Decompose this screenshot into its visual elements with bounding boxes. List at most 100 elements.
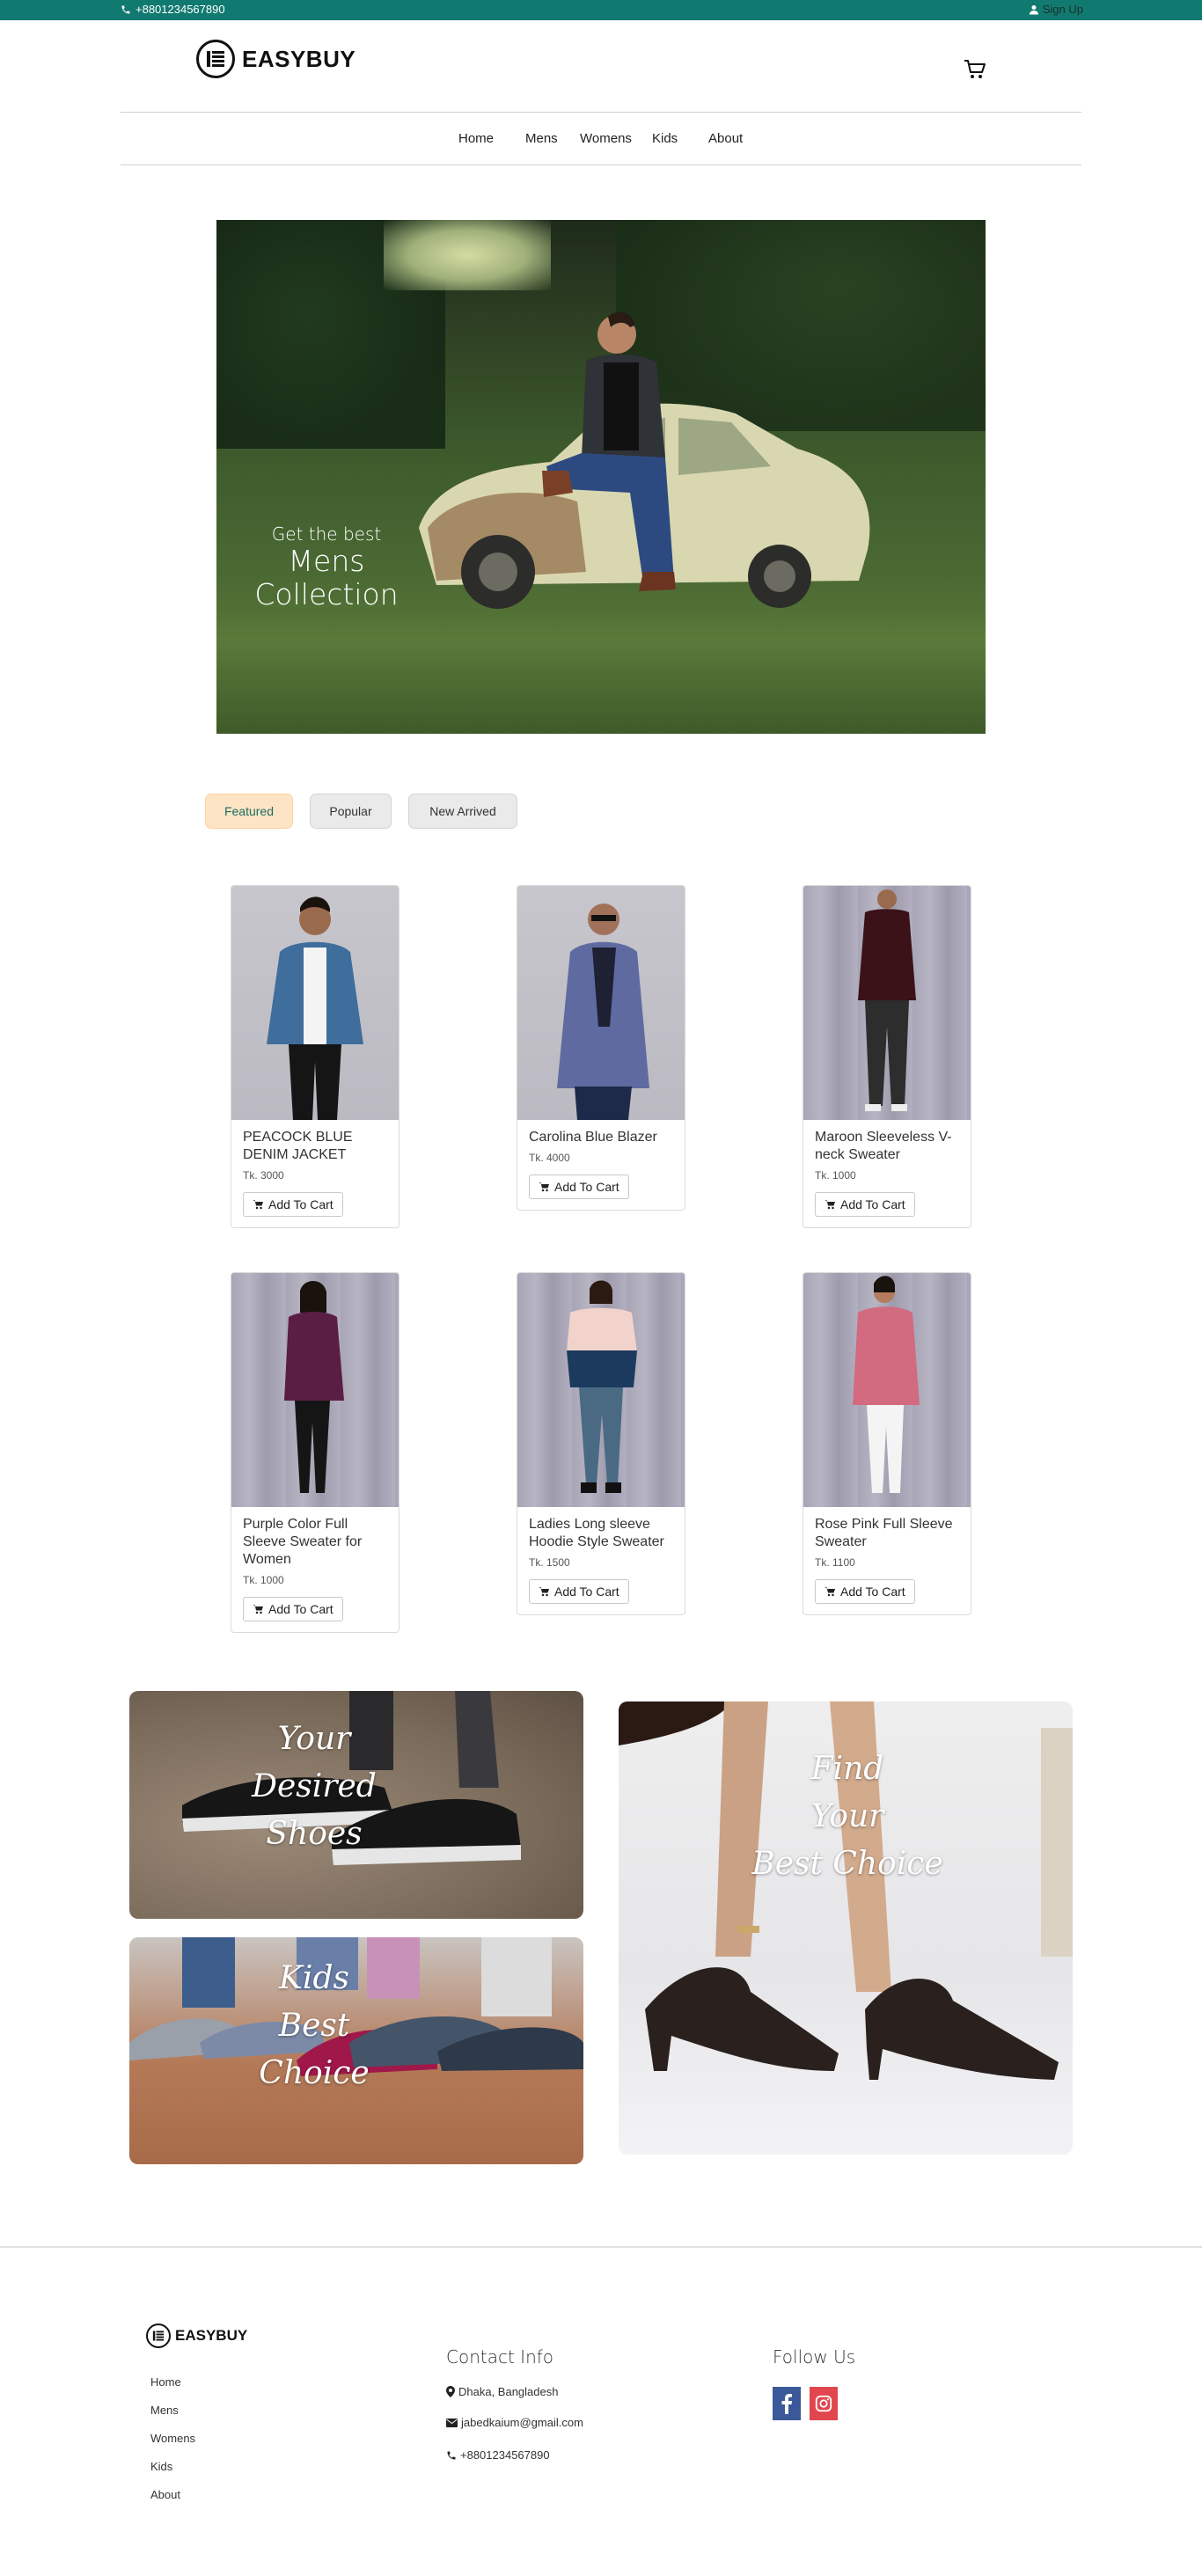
- add-to-cart-label: Add To Cart: [554, 1584, 619, 1599]
- top-phone-text: +8801234567890: [136, 3, 225, 16]
- top-bar: +8801234567890 Sign Up: [0, 0, 1202, 20]
- brand-name: EASYBUY: [242, 45, 356, 72]
- logo-icon: [196, 40, 235, 78]
- product-image[interactable]: [803, 886, 971, 1120]
- contact-email[interactable]: jabedkaium@gmail.com: [446, 2416, 583, 2429]
- contact-address-text: Dhaka, Bangladesh: [458, 2385, 559, 2398]
- hero-banner[interactable]: Get the best Mens Collection: [216, 220, 986, 734]
- tab-popular[interactable]: Popular: [310, 794, 392, 829]
- promo-kids-caption: Kids Best Choice: [244, 1955, 385, 2097]
- footer-link-mens[interactable]: Mens: [150, 2404, 179, 2417]
- promo-find-line1: Find: [810, 1751, 884, 1787]
- cart-icon: [825, 1587, 835, 1597]
- add-to-cart-label: Add To Cart: [840, 1197, 905, 1211]
- promo-shoes-line3: Shoes: [266, 1816, 363, 1852]
- product-card[interactable]: Ladies Long sleeve Hoodie Style Sweater …: [517, 1272, 685, 1615]
- product-card[interactable]: PEACOCK BLUE DENIM JACKET Tk. 3000 Add T…: [231, 885, 399, 1228]
- hero-subtitle: Get the best: [271, 523, 382, 545]
- model-man-image: [542, 311, 676, 591]
- map-marker-icon: [446, 2386, 455, 2397]
- signup-label: Sign Up: [1042, 3, 1083, 16]
- tab-featured[interactable]: Featured: [205, 794, 293, 829]
- contact-heading: Contact Info: [446, 2346, 554, 2367]
- cart-icon: [539, 1182, 549, 1192]
- nav-item-womens[interactable]: Womens: [580, 131, 632, 146]
- product-image[interactable]: [231, 886, 399, 1120]
- product-price: Tk. 1000: [243, 1574, 284, 1586]
- promo-find-caption: Find Your Best Choice: [733, 1745, 962, 1888]
- facebook-icon: [781, 2394, 792, 2414]
- add-to-cart-button[interactable]: Add To Cart: [815, 1192, 915, 1217]
- footer-logo[interactable]: EASYBUY: [146, 2324, 247, 2348]
- phone-icon: [121, 5, 130, 13]
- product-image[interactable]: [231, 1273, 399, 1507]
- contact-address: Dhaka, Bangladesh: [446, 2385, 558, 2398]
- promo-kids-banner[interactable]: Kids Best Choice: [129, 1937, 583, 2164]
- product-card[interactable]: Maroon Sleeveless V-neck Sweater Tk. 100…: [803, 885, 971, 1228]
- hero-title-line2: Collection: [254, 577, 399, 611]
- follow-heading: Follow Us: [773, 2346, 856, 2367]
- contact-phone-text: +8801234567890: [460, 2448, 550, 2462]
- nav-item-home[interactable]: Home: [458, 131, 494, 146]
- top-phone[interactable]: +8801234567890: [121, 3, 225, 16]
- add-to-cart-label: Add To Cart: [268, 1602, 333, 1616]
- envelope-icon: [446, 2418, 458, 2427]
- add-to-cart-button[interactable]: Add To Cart: [529, 1175, 629, 1199]
- promo-find-line2: Your: [810, 1798, 884, 1834]
- contact-phone[interactable]: +8801234567890: [446, 2448, 550, 2462]
- product-name[interactable]: Carolina Blue Blazer: [529, 1129, 673, 1146]
- promo-kids-line1: Kids: [279, 1960, 349, 1996]
- add-to-cart-button[interactable]: Add To Cart: [529, 1579, 629, 1604]
- nav-item-kids[interactable]: Kids: [652, 131, 678, 146]
- main-nav: Home Mens Womens Kids About: [0, 131, 1202, 149]
- hero-title-line1: Mens: [288, 544, 365, 578]
- product-card[interactable]: Carolina Blue Blazer Tk. 4000 Add To Car…: [517, 885, 685, 1211]
- cart-icon: [253, 1605, 263, 1614]
- signup-link[interactable]: Sign Up: [1029, 3, 1083, 16]
- promo-shoes-line2: Desired: [252, 1768, 377, 1804]
- product-card[interactable]: Purple Color Full Sleeve Sweater for Wom…: [231, 1272, 399, 1633]
- header-divider: [121, 112, 1081, 113]
- footer-brand-name: EASYBUY: [175, 2327, 248, 2344]
- product-price: Tk. 3000: [243, 1169, 284, 1182]
- product-image[interactable]: [517, 1273, 685, 1507]
- brand-logo[interactable]: EASYBUY: [196, 40, 355, 78]
- add-to-cart-button[interactable]: Add To Cart: [243, 1597, 343, 1621]
- product-price: Tk. 1500: [529, 1556, 570, 1569]
- product-name[interactable]: Maroon Sleeveless V-neck Sweater: [815, 1129, 959, 1164]
- footer-divider: [0, 2246, 1202, 2248]
- add-to-cart-button[interactable]: Add To Cart: [243, 1192, 343, 1217]
- nav-item-about[interactable]: About: [708, 131, 743, 146]
- cart-icon[interactable]: [964, 59, 986, 80]
- promo-find-banner[interactable]: Find Your Best Choice: [619, 1701, 1073, 2155]
- product-name[interactable]: Purple Color Full Sleeve Sweater for Wom…: [243, 1516, 387, 1569]
- instagram-button[interactable]: [810, 2387, 838, 2420]
- footer-link-kids[interactable]: Kids: [150, 2460, 172, 2473]
- product-image[interactable]: [803, 1273, 971, 1507]
- add-to-cart-label: Add To Cart: [554, 1180, 619, 1194]
- product-price: Tk. 1000: [815, 1169, 856, 1182]
- footer-link-womens[interactable]: Womens: [150, 2432, 195, 2445]
- promo-shoes-caption: Your Desired Shoes: [244, 1716, 385, 1858]
- promo-shoes-banner[interactable]: Your Desired Shoes: [129, 1691, 583, 1919]
- product-name[interactable]: PEACOCK BLUE DENIM JACKET: [243, 1129, 387, 1164]
- product-image[interactable]: [517, 886, 685, 1120]
- product-price: Tk. 4000: [529, 1152, 570, 1164]
- promo-kids-line3: Choice: [259, 2055, 370, 2091]
- cart-icon: [253, 1200, 263, 1210]
- user-icon: [1029, 4, 1038, 14]
- promo-find-line3: Best Choice: [751, 1846, 943, 1882]
- tab-new-arrived[interactable]: New Arrived: [408, 794, 517, 829]
- add-to-cart-button[interactable]: Add To Cart: [815, 1579, 915, 1604]
- product-name[interactable]: Ladies Long sleeve Hoodie Style Sweater: [529, 1516, 673, 1551]
- facebook-button[interactable]: [773, 2387, 801, 2420]
- product-price: Tk. 1100: [815, 1556, 855, 1569]
- promo-shoes-line1: Your: [277, 1721, 351, 1757]
- product-name[interactable]: Rose Pink Full Sleeve Sweater: [815, 1516, 959, 1551]
- footer-link-about[interactable]: About: [150, 2488, 180, 2501]
- add-to-cart-label: Add To Cart: [840, 1584, 905, 1599]
- contact-email-text: jabedkaium@gmail.com: [461, 2416, 583, 2429]
- product-card[interactable]: Rose Pink Full Sleeve Sweater Tk. 1100 A…: [803, 1272, 971, 1615]
- nav-item-mens[interactable]: Mens: [525, 131, 558, 146]
- footer-link-home[interactable]: Home: [150, 2375, 181, 2389]
